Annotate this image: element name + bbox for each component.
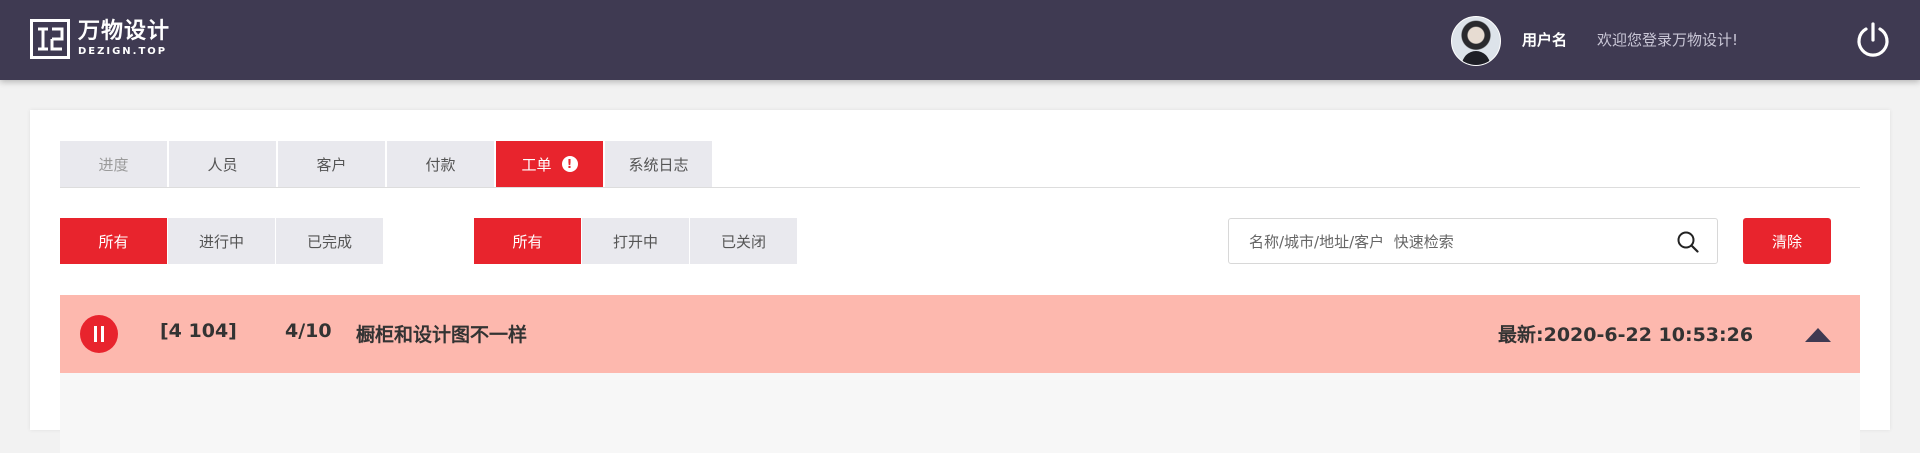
work-order-row[interactable]: [4 104] 4/10 橱柜和设计图不一样 最新:2020-6-22 10:5… (60, 295, 1860, 373)
username[interactable]: 用户名 (1522, 29, 1567, 50)
welcome-message: 欢迎您登录万物设计! (1597, 31, 1739, 49)
tab-staff[interactable]: 人员 (169, 141, 276, 187)
power-icon[interactable] (1855, 20, 1891, 60)
tab-label: 付款 (425, 155, 456, 174)
filter-status-all[interactable]: 所有 (474, 218, 581, 264)
filter-label: 打开中 (612, 232, 658, 251)
tab-bar: 进度 人员 客户 付款 工单 ! 系统日志 (60, 141, 1860, 188)
filter-status-open[interactable]: 打开中 (582, 218, 689, 264)
main-card: 进度 人员 客户 付款 工单 ! 系统日志 所有 进行中 已完成 所有 打开中 … (30, 110, 1890, 453)
search-input[interactable] (1247, 219, 1671, 265)
order-latest-time: 最新:2020-6-22 10:53:26 (1498, 324, 1754, 346)
filter-status-closed[interactable]: 已关闭 (690, 218, 797, 264)
chevron-up-icon[interactable] (1804, 327, 1832, 343)
search-box (1228, 218, 1718, 265)
tab-label: 工单 (521, 155, 552, 174)
avatar[interactable] (1451, 16, 1501, 66)
tab-system-log[interactable]: 系统日志 (605, 141, 712, 187)
filter-label: 进行中 (198, 232, 244, 251)
clear-button[interactable]: 清除 (1743, 218, 1831, 264)
filter-label: 已完成 (306, 232, 352, 251)
tab-payments[interactable]: 付款 (387, 141, 494, 187)
tab-label: 客户 (316, 155, 347, 174)
order-id: [4 104] (160, 320, 237, 342)
filter-label: 所有 (98, 232, 129, 251)
filter-label: 所有 (512, 232, 543, 251)
logo-title: 万物设计 (78, 19, 171, 44)
work-order-details (60, 373, 1860, 453)
alert-icon: ! (561, 156, 578, 172)
logo[interactable]: 万物设计 DEZIGN.TOP (30, 18, 170, 60)
filter-progress-ongoing[interactable]: 进行中 (168, 218, 275, 264)
tab-label: 系统日志 (628, 155, 689, 174)
filter-progress-all[interactable]: 所有 (60, 218, 167, 264)
filter-progress-done[interactable]: 已完成 (276, 218, 383, 264)
tab-label: 进度 (98, 155, 129, 174)
order-title: 橱柜和设计图不一样 (356, 324, 528, 346)
tab-label: 人员 (207, 155, 238, 174)
top-bar: 万物设计 DEZIGN.TOP 用户名 欢迎您登录万物设计! (0, 0, 1920, 80)
tab-progress[interactable]: 进度 (60, 141, 167, 187)
pause-icon[interactable] (80, 315, 118, 353)
tab-customers[interactable]: 客户 (278, 141, 385, 187)
order-progress: 4/10 (285, 320, 332, 342)
search-icon[interactable] (1677, 231, 1699, 253)
tab-work-orders[interactable]: 工单 ! (496, 141, 603, 187)
filter-label: 已关闭 (720, 232, 766, 251)
logo-subtitle: DEZIGN.TOP (78, 46, 168, 57)
logo-mark-icon (30, 19, 70, 59)
